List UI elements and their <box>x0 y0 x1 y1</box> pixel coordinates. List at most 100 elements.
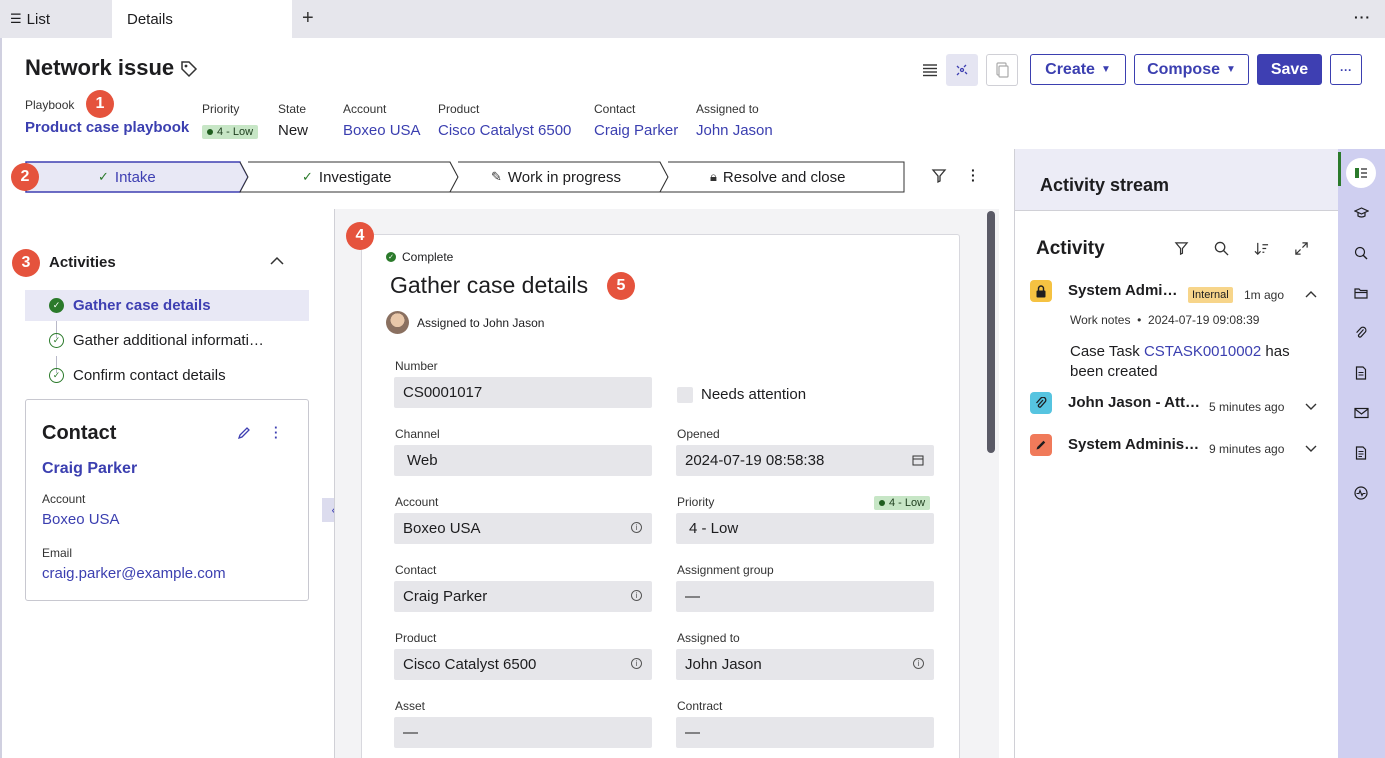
activities-title: Activities <box>49 254 116 271</box>
opened-field[interactable]: 2024-07-19 08:58:38 <box>676 445 934 476</box>
notes-icon[interactable] <box>1350 442 1372 464</box>
contact-account-label: Account <box>42 492 86 506</box>
activity-gather-case-details[interactable]: ✓ Gather case details <box>25 290 309 321</box>
contact-more-icon[interactable]: · · · <box>274 421 278 444</box>
compose-button[interactable]: Compose ▼ <box>1134 54 1249 85</box>
priority-select[interactable]: 4 - Low <box>676 513 934 544</box>
stream-entry-time: 9 minutes ago <box>1209 442 1285 456</box>
channel-label: Channel <box>395 427 440 441</box>
email-icon[interactable] <box>1350 402 1372 424</box>
sparkle-icon[interactable] <box>946 54 978 86</box>
product-field[interactable]: Cisco Catalyst 6500 i <box>394 649 652 680</box>
callout-4: 4 <box>346 222 374 250</box>
product-field: Product Cisco Catalyst 6500 <box>438 102 571 139</box>
needs-attention-label: Needs attention <box>701 386 807 403</box>
pulse-icon[interactable] <box>1350 482 1372 504</box>
assigned-link[interactable]: John Jason <box>696 122 773 139</box>
info-icon[interactable]: i <box>631 590 642 601</box>
product-link[interactable]: Cisco Catalyst 6500 <box>438 122 571 139</box>
tab-details[interactable]: Details <box>112 0 292 38</box>
search-icon[interactable] <box>1214 241 1229 256</box>
asset-field[interactable]: — <box>394 717 652 748</box>
filter-icon[interactable] <box>931 168 947 184</box>
info-icon[interactable]: i <box>913 658 924 669</box>
more-actions-button[interactable]: ··· <box>1330 54 1362 85</box>
product-label: Product <box>438 102 480 116</box>
chevron-up-icon[interactable] <box>270 256 284 266</box>
chevron-down-icon[interactable] <box>1305 445 1317 453</box>
contact-label: Contact <box>594 102 636 116</box>
info-icon[interactable]: i <box>631 522 642 533</box>
account-link[interactable]: Boxeo USA <box>343 122 421 139</box>
assigned-to-label: Assigned to <box>677 631 740 645</box>
channel-select[interactable]: Web <box>394 445 652 476</box>
playbook-link[interactable]: Product case playbook <box>25 119 189 136</box>
tab-list[interactable]: ☰ List <box>0 0 112 38</box>
tab-list-label: List <box>26 10 50 28</box>
scrollbar[interactable] <box>987 211 995 453</box>
contract-field[interactable]: — <box>676 717 934 748</box>
assigned-label: Assigned to <box>696 102 759 116</box>
attachment-icon[interactable] <box>1350 322 1372 344</box>
account-label: Account <box>395 495 439 509</box>
assignment-group-field[interactable]: — <box>676 581 934 612</box>
activity-gather-additional-information[interactable]: ✓ Gather additional informati… <box>25 325 309 356</box>
sort-icon[interactable] <box>1254 241 1269 256</box>
folder-icon[interactable] <box>1350 282 1372 304</box>
chevron-down-icon[interactable] <box>1305 403 1317 411</box>
contact-field[interactable]: Craig Parker i <box>394 581 652 612</box>
contact-account-link[interactable]: Boxeo USA <box>42 511 120 528</box>
edit-pencil-icon[interactable] <box>237 425 252 440</box>
paperclip-icon <box>1030 392 1052 414</box>
number-field[interactable]: CS0001017 <box>394 377 652 408</box>
pencil-icon: ✎ <box>491 169 502 184</box>
stream-entry-time: 1m ago <box>1244 288 1285 302</box>
activity-stream-icon[interactable] <box>1350 162 1372 184</box>
graduation-cap-icon[interactable] <box>1350 202 1372 224</box>
caret-down-icon: ▼ <box>1100 64 1111 75</box>
assigned-to-field[interactable]: John Jason i <box>676 649 934 680</box>
contact-link[interactable]: Craig Parker <box>594 122 678 139</box>
stream-entry-name: System Adminis… <box>1068 436 1200 453</box>
add-tab-icon[interactable]: + <box>302 7 314 30</box>
activity-confirm-contact-details[interactable]: ✓ Confirm contact details <box>25 360 309 391</box>
save-button[interactable]: Save <box>1257 54 1322 85</box>
tag-icon[interactable] <box>180 60 198 78</box>
tab-bar: ☰ List Details + ··· <box>0 0 1385 38</box>
window-edge <box>0 38 2 758</box>
contact-name-link[interactable]: Craig Parker <box>42 460 137 478</box>
priority-label: Priority <box>677 495 715 509</box>
document-icon[interactable] <box>1350 362 1372 384</box>
state-value: New <box>278 122 309 139</box>
case-task-link[interactable]: CSTASK0010002 <box>1144 343 1261 360</box>
caret-down-icon: ▼ <box>1226 64 1236 75</box>
stage-intake[interactable]: ✓ Intake <box>98 161 156 193</box>
stream-entry-time: 5 minutes ago <box>1209 400 1285 414</box>
form-card: ✓ Complete Gather case details Assigned t… <box>361 234 960 758</box>
activity-label: Gather additional informati… <box>73 332 264 349</box>
stage-more-icon[interactable]: · · · <box>971 163 976 187</box>
stream-entry-name: John Jason - Att… <box>1068 394 1200 411</box>
stage-investigate[interactable]: ✓ Investigate <box>302 161 391 193</box>
state-field: State New <box>278 102 308 139</box>
stage-resolve-and-close[interactable]: 🔒︎ Resolve and close <box>710 161 846 193</box>
check-icon: ✓ <box>302 169 313 184</box>
activity-title: Activity <box>1036 238 1105 259</box>
stream-entry-text: Case Task CSTASK0010002 has been created <box>1070 343 1290 380</box>
contact-email-label: Email <box>42 546 73 560</box>
filter-icon[interactable] <box>1174 241 1189 256</box>
expand-icon[interactable] <box>1294 241 1309 256</box>
info-icon[interactable]: i <box>631 658 642 669</box>
account-field[interactable]: Boxeo USA i <box>394 513 652 544</box>
list-view-icon[interactable] <box>914 54 946 86</box>
calendar-icon[interactable] <box>912 454 924 466</box>
knowledge-search-icon[interactable] <box>1350 242 1372 264</box>
stage-work-in-progress[interactable]: ✎ Work in progress <box>491 161 621 193</box>
activity-stream-title: Activity stream <box>1040 175 1170 195</box>
create-button[interactable]: Create ▼ <box>1030 54 1126 85</box>
copy-icon[interactable] <box>986 54 1018 86</box>
more-icon[interactable]: ··· <box>1354 9 1371 25</box>
chevron-up-icon[interactable] <box>1305 290 1317 298</box>
needs-attention-checkbox[interactable] <box>677 387 693 403</box>
contact-email-link[interactable]: craig.parker@example.com <box>42 565 226 582</box>
